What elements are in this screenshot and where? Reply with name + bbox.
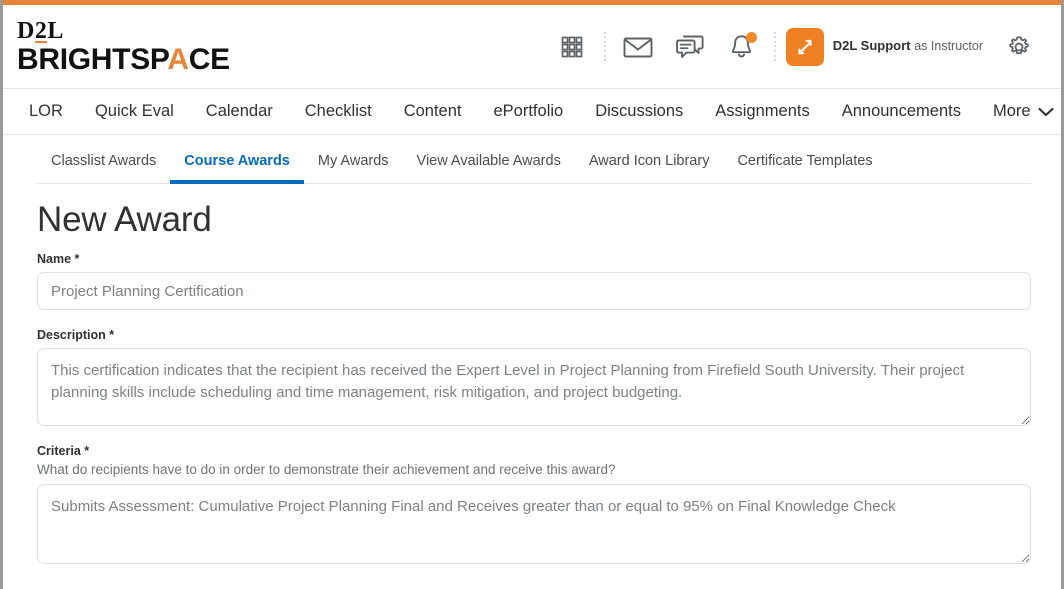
waffle-grid-icon [559, 34, 585, 60]
nav-item-content[interactable]: Content [388, 96, 478, 127]
logo-letter-d: D [17, 17, 35, 44]
avatar [785, 27, 824, 66]
header-separator-dots-2 [768, 30, 782, 64]
description-label: Description * [37, 328, 1027, 342]
criteria-label-text: Criteria [37, 444, 81, 458]
field-group-criteria: Criteria * What do recipients have to do… [37, 444, 1031, 564]
user-menu-button[interactable]: D2L Support as Instructor [782, 24, 993, 70]
header-actions: D2L Support as Instructor [546, 21, 1045, 73]
tab-my-awards[interactable]: My Awards [304, 149, 403, 184]
nav-item-assignments[interactable]: Assignments [699, 96, 825, 127]
criteria-required-marker: * [84, 444, 90, 458]
logo-letter-l: L [47, 17, 64, 44]
chevron-down-icon [1038, 107, 1054, 117]
page-title: New Award [37, 200, 212, 239]
settings-button[interactable] [993, 21, 1045, 73]
nav-item-checklist[interactable]: Checklist [289, 96, 388, 127]
messages-button[interactable] [612, 21, 664, 73]
header-separator-dots [598, 30, 612, 64]
user-name: D2L Support [832, 38, 911, 54]
nav-more-label: More [992, 102, 1031, 120]
nav-item-announcements[interactable]: Announcements [826, 96, 977, 127]
name-label: Name * [37, 252, 1027, 266]
new-award-form: New Award Name * Description * Criteria … [3, 184, 1061, 564]
nav-item-eportfolio[interactable]: ePortfolio [478, 96, 580, 127]
user-role: as Instructor [914, 39, 983, 54]
user-meta: D2L Support as Instructor [833, 38, 983, 55]
chat-bubbles-icon [675, 33, 705, 60]
subnav-wrapper: Classlist Awards Course Awards My Awards… [3, 135, 1061, 184]
field-group-name: Name * [37, 252, 1031, 310]
app-window: D2L BRIGHTSPACE D2L Support as Instructo… [0, 0, 1064, 589]
tab-view-available-awards[interactable]: View Available Awards [403, 149, 575, 184]
description-textarea[interactable] [37, 348, 1031, 426]
logo-brightsp: BRIGHTSP [17, 42, 168, 76]
notification-badge [745, 31, 757, 43]
name-label-text: Name [37, 252, 72, 266]
notifications-button[interactable] [716, 21, 768, 73]
d2l-wordmark: D2L [17, 19, 64, 43]
waffle-grid-button[interactable] [546, 21, 598, 73]
tab-classlist-awards[interactable]: Classlist Awards [37, 149, 170, 184]
nav-item-quick-eval[interactable]: Quick Eval [79, 96, 190, 127]
nav-item-more[interactable]: More [977, 96, 1061, 127]
main-navigation: LOR Quick Eval Calendar Checklist Conten… [3, 89, 1061, 135]
logo-letter-2: 2 [34, 17, 48, 44]
brightspace-logo[interactable]: D2L BRIGHTSPACE [11, 19, 230, 75]
criteria-textarea[interactable] [37, 484, 1031, 564]
description-required-marker: * [109, 328, 115, 342]
criteria-label: Criteria * [37, 444, 1027, 458]
tab-certificate-templates[interactable]: Certificate Templates [723, 149, 886, 184]
swap-arrows-icon [793, 35, 817, 59]
criteria-help-text: What do recipients have to do in order t… [37, 462, 616, 477]
tab-course-awards[interactable]: Course Awards [170, 149, 304, 184]
nav-item-calendar[interactable]: Calendar [190, 96, 289, 127]
gear-icon [1005, 33, 1033, 61]
site-header: D2L BRIGHTSPACE D2L Support as Instructo… [3, 5, 1061, 89]
subscriptions-button[interactable] [664, 21, 716, 73]
logo-accent-a: A [167, 42, 189, 76]
tab-award-icon-library[interactable]: Award Icon Library [575, 149, 724, 184]
nav-item-discussions[interactable]: Discussions [579, 96, 699, 127]
logo-ce: CE [188, 42, 230, 76]
brightspace-wordmark: BRIGHTSPACE [17, 42, 230, 76]
nav-item-lor[interactable]: LOR [13, 96, 79, 127]
field-group-description: Description * [37, 328, 1031, 426]
name-input[interactable] [37, 272, 1031, 310]
envelope-icon [622, 34, 654, 60]
awards-tabs: Classlist Awards Course Awards My Awards… [37, 149, 1031, 184]
name-required-marker: * [74, 252, 80, 266]
description-label-text: Description [37, 328, 106, 342]
